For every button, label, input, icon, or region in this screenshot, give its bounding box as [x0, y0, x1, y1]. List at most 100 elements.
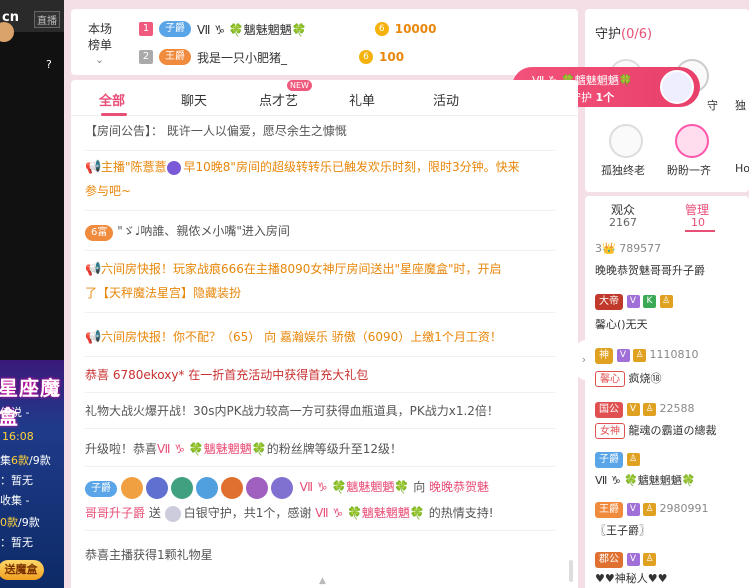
guardian-name: Ho [735, 162, 749, 175]
promo-legend: 传说 - [0, 406, 30, 419]
badge-icon [166, 160, 181, 175]
guardian-name: 孤独终老 [601, 164, 645, 177]
system-message: 📢主播"陈薏薏 早10晚8"房间的超级转转乐已触发欢乐时刻，限时3分钟。快来 [85, 156, 555, 179]
scroll-down-icon[interactable]: ▲ [319, 576, 326, 586]
divider [85, 250, 555, 251]
audience-row[interactable]: Ⅶ ♑ 🍀魑魅魍魉🍀 [595, 472, 696, 488]
coin-icon: 6 [359, 50, 374, 64]
audience-row[interactable]: 神 V ♙ 1110810 [595, 348, 699, 364]
divider [85, 356, 555, 357]
tab-chat[interactable]: 聊天 [181, 90, 207, 109]
audience-row[interactable]: 〖王子爵〗 [595, 522, 650, 538]
rank-user-name[interactable]: Ⅶ ♑ 🍀魑魅魍魉🍀 [197, 21, 307, 38]
system-message: 参与吧~ [85, 184, 132, 198]
audience-row[interactable]: 郡公 V ♙ [595, 552, 656, 568]
tab-talent[interactable]: 点才艺 [259, 90, 298, 109]
promo-line: ：暂无 [0, 474, 33, 487]
badge-icon [245, 476, 268, 499]
audience-row[interactable]: 晚晚恭贺魅哥哥升子爵 [595, 262, 705, 278]
enter-room-message: 6富 "ゞ♩呐誰、親侬メ小嘴"进入房间 [85, 220, 555, 242]
divider [85, 150, 555, 151]
badge-icon [145, 476, 168, 499]
rank-user-name[interactable]: 我是一只小肥猪_ [197, 49, 287, 66]
promo-line: 集6款/9款 [0, 454, 51, 467]
help-icon[interactable]: ? [46, 58, 52, 71]
pk-message: 礼物大战火爆开战！30s内PK战力较高一方可获得血瓶道具，PK战力x1.2倍！ [85, 404, 499, 418]
system-message: 📢六间房快报！玩家战痕666在主播8090女神厅房间送出"星座魔盒"时，开启 [85, 258, 555, 281]
guardian-name: 守 [707, 99, 718, 112]
tab-gift-list[interactable]: 礼单 [349, 90, 375, 109]
guardian-avatar[interactable] [609, 124, 643, 158]
audience-row[interactable]: 馨心()无天 [595, 316, 648, 332]
rank-row[interactable]: 1 子爵 Ⅶ ♑ 🍀魑魅魍魉🍀 6 10000 [139, 19, 436, 39]
divider [85, 466, 555, 467]
guardian-name: 盼盼一齐 [667, 164, 711, 177]
announcement-message: 【房间公告】： 既许一人以偏爱，愿尽余生之慷慨 [85, 124, 347, 138]
audience-panel: 观众 2167 管理 10 3👑 789577 晚晚恭贺魅哥哥升子爵 大帝 V … [585, 196, 749, 588]
audience-row[interactable]: 3👑 789577 [595, 242, 661, 255]
rank-badge: 子爵 [159, 21, 191, 37]
badge-icon [170, 476, 193, 499]
chevron-down-icon[interactable]: ⌄ [95, 53, 104, 66]
silver-guard-icon [164, 505, 181, 522]
rank-number: 2 [139, 50, 153, 64]
horn-icon: 📢 [85, 160, 102, 175]
coin-icon: 6 [374, 22, 389, 36]
promo-title: 星座魔盒 [0, 376, 61, 429]
divider [85, 428, 555, 429]
guardian-title: 守护(0/6) [595, 27, 653, 42]
promo-line: 0款/9款 [0, 516, 40, 529]
system-message: 📢六间房快报！你不配？（65） 向 嘉瀚娱乐 骄傲（6090）上缴1个月工资！ [85, 326, 555, 349]
chat-panel: 全部 聊天 点才艺 NEW 礼单 活动 【房间公告】： 既许一人以偏爱，愿尽余生… [71, 80, 578, 588]
rank-number: 1 [139, 22, 153, 36]
promo-time: 16:08 [2, 430, 34, 443]
audience-row[interactable]: 子爵 ♙ [595, 452, 640, 468]
live-tag: 直播 [34, 11, 60, 28]
first-charge-message: 恭喜 6780ekoxy* 在一折首充活动中获得首充大礼包 [85, 368, 369, 382]
audience-row[interactable]: ♥♥神秘人♥♥ [595, 570, 667, 586]
tab-activity[interactable]: 活动 [433, 90, 459, 109]
promo-line: ：暂无 [0, 536, 33, 549]
badge-icon [195, 476, 218, 499]
silver-guard-icon [660, 70, 694, 104]
gift-message: 子爵 Ⅶ ♑ 🍀魑魅魍魉🍀 向 晚晚恭贺魅 [85, 476, 555, 499]
scrollbar[interactable] [569, 560, 573, 582]
audience-row[interactable]: 国公 V ♙ 22588 [595, 402, 695, 418]
site-label: cn [2, 10, 19, 25]
active-tab-indicator [685, 230, 715, 232]
horn-icon: 📢 [85, 262, 102, 277]
audience-row[interactable]: 王爵 V ♙ 2980991 [595, 502, 709, 518]
avatar[interactable] [0, 22, 14, 42]
chat-tabs: 全部 聊天 点才艺 NEW 礼单 活动 [71, 80, 578, 116]
rank-amount: 10000 [394, 22, 437, 36]
audience-row[interactable]: 馨心 疯烧⑱ [595, 370, 662, 387]
guardian-name: 独 [735, 99, 746, 112]
levelup-message: 升级啦！恭喜Ⅶ ♑ 🍀魑魅魍魉🍀的粉丝牌等级升至12级！ [85, 442, 403, 456]
admin-count: 10 [691, 216, 705, 229]
divider [85, 210, 555, 211]
audience-row[interactable]: 大帝 V K ♙ [595, 294, 673, 310]
session-rank: 本场榜单 ⌄ 1 子爵 Ⅶ ♑ 🍀魑魅魍魉🍀 6 10000 2 王爵 我是一只… [71, 9, 578, 75]
rank-label: 本场榜单 [87, 22, 112, 52]
audience-count: 2167 [609, 216, 637, 229]
system-message: 了【天秤魔法星宫】隐藏装扮 [85, 286, 242, 300]
divider [85, 392, 555, 393]
send-box-button[interactable]: 送魔盒 [0, 560, 44, 580]
video-strip: cn 直播 ? 星座魔盒 传说 - 16:08 集6款/9款 ：暂无 收集 - … [0, 0, 64, 588]
gift-message: 哥哥升子爵 送 白银守护，共1个，感谢 Ⅶ ♑ 🍀魑魅魍魉🍀 的热情支持! [85, 505, 494, 522]
rank-amount: 100 [379, 50, 405, 64]
star-message: 恭喜主播获得1颗礼物星 [85, 548, 213, 562]
badge-icon [220, 476, 243, 499]
rank-badge: 王爵 [159, 49, 191, 65]
rank-row[interactable]: 2 王爵 我是一只小肥猪_ 6 100 [139, 47, 404, 67]
divider [85, 530, 555, 531]
badge-icon [120, 476, 143, 499]
active-tab-indicator [101, 113, 127, 116]
promo-line: 收集 - [0, 494, 30, 507]
audience-row[interactable]: 女神 龍魂の霸道の總裁 [595, 422, 717, 439]
guardian-avatar[interactable] [675, 124, 709, 158]
tab-all[interactable]: 全部 [99, 90, 125, 109]
magic-box-promo[interactable]: 星座魔盒 传说 - 16:08 集6款/9款 ：暂无 收集 - 0款/9款 ：暂… [0, 360, 64, 588]
badge-icon [270, 476, 293, 499]
horn-icon: 📢 [85, 330, 102, 345]
